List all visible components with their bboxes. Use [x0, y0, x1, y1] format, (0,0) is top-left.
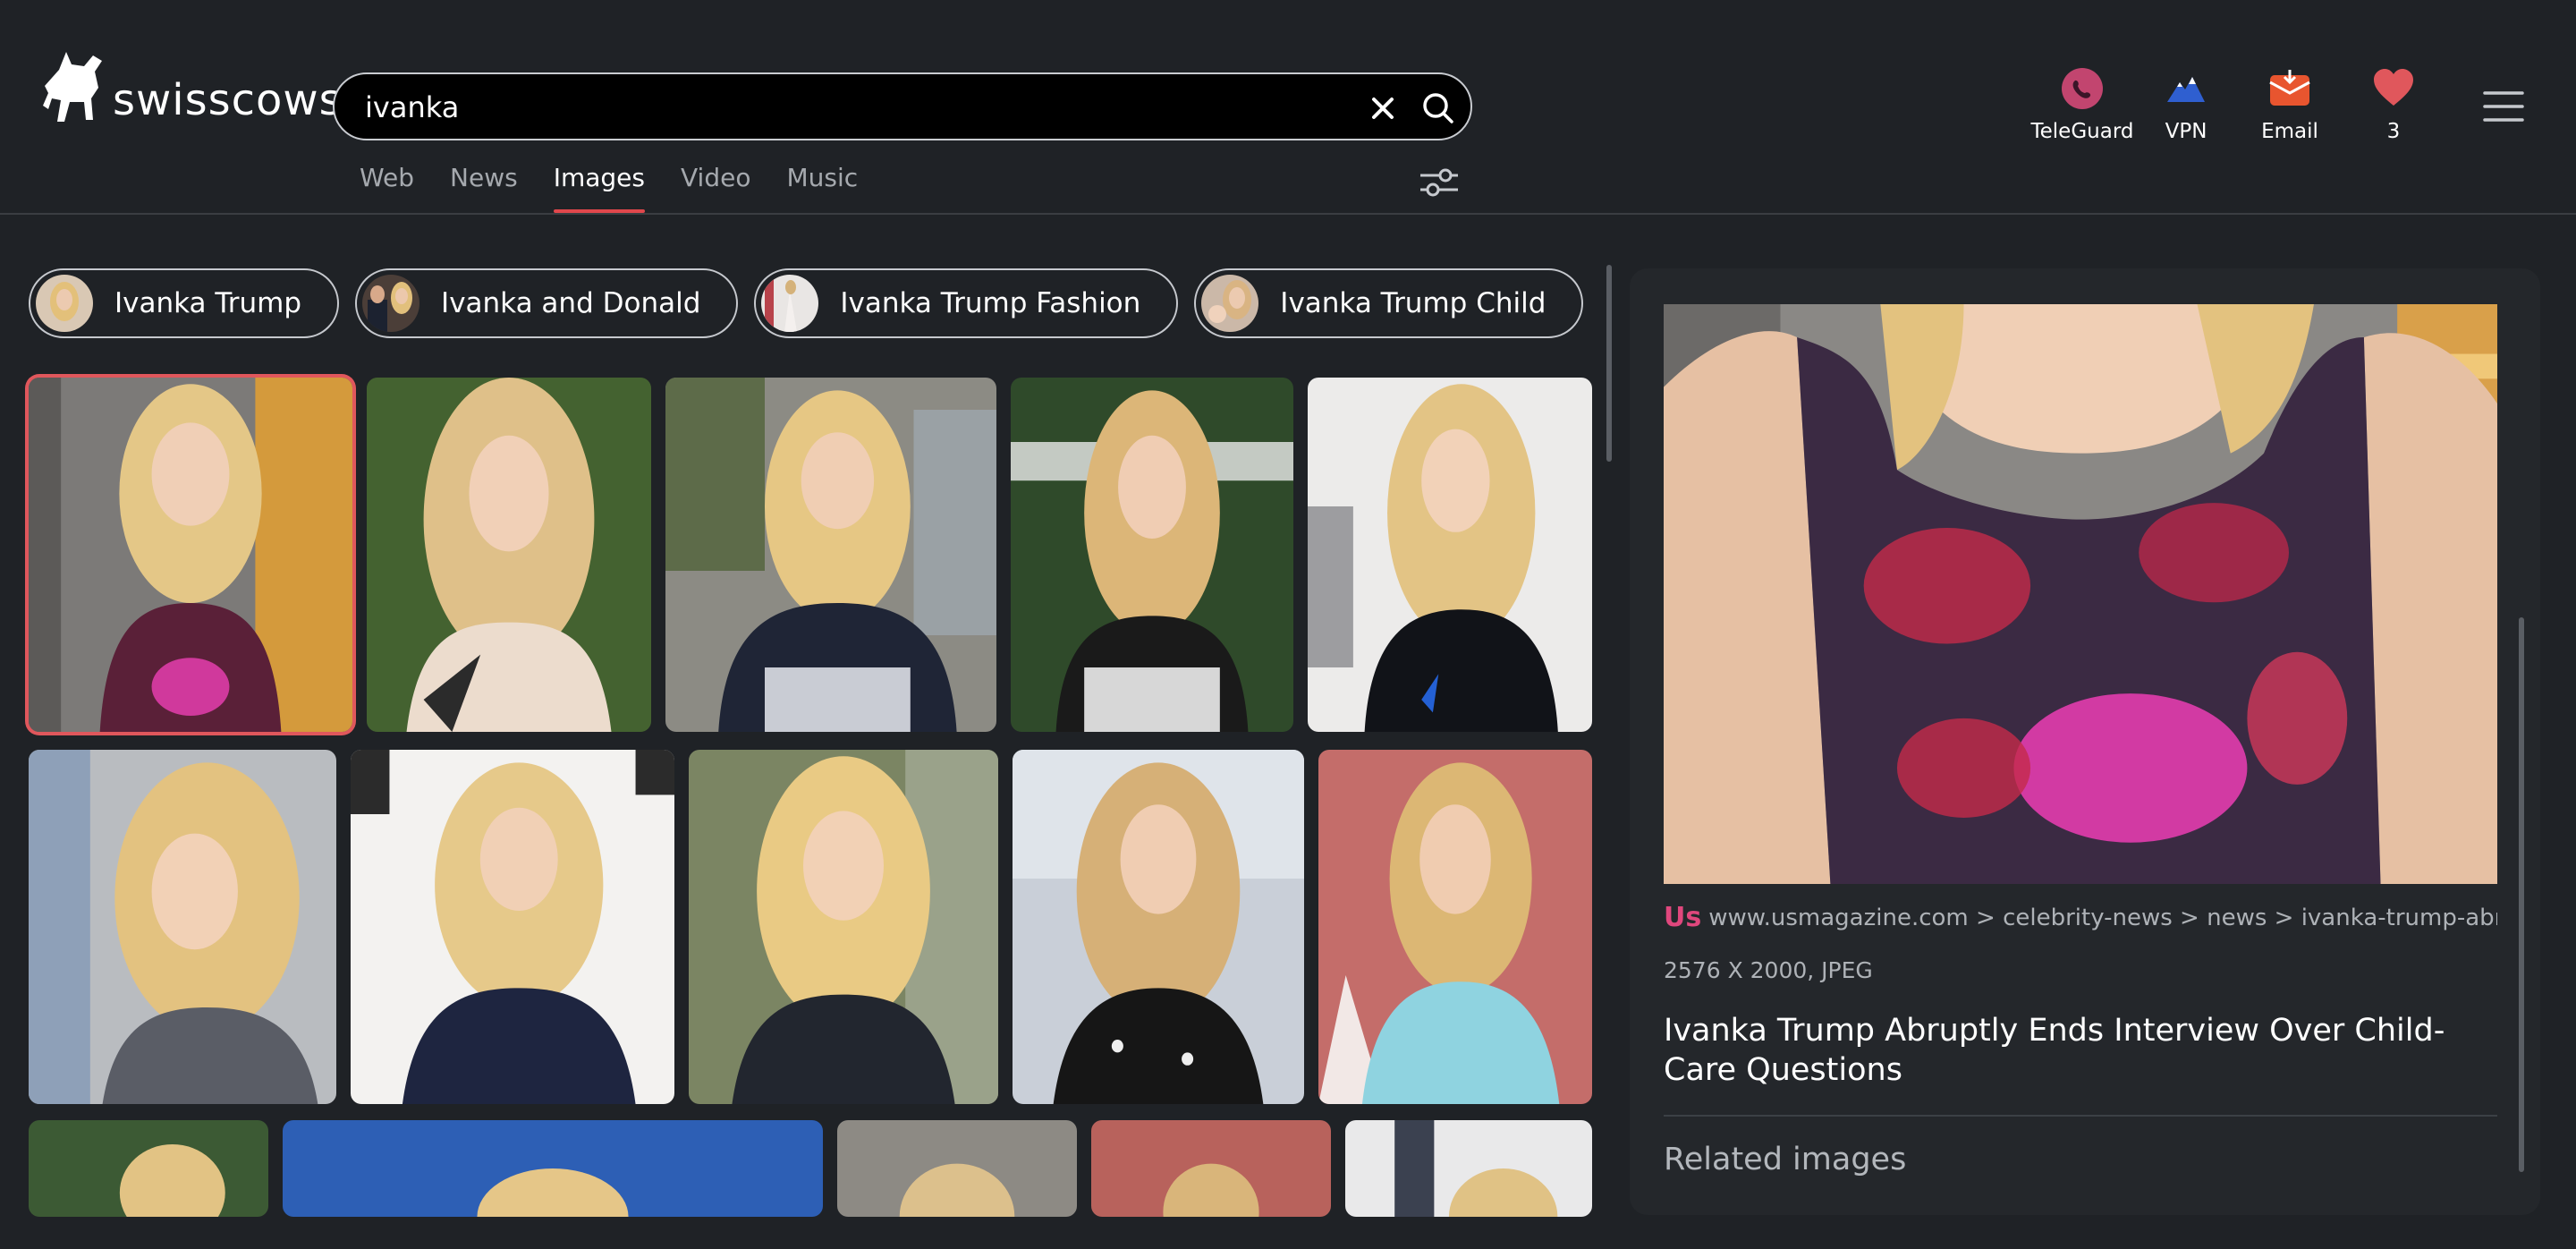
email-button[interactable]: Email: [2238, 66, 2342, 143]
source-logo: Us: [1664, 902, 1702, 933]
image-result[interactable]: [689, 750, 998, 1104]
related-images-heading: Related images: [1664, 1142, 1907, 1177]
related-searches: Ivanka Trump Ivanka and Donald Ivanka Tr…: [29, 268, 1599, 338]
results-scrollbar[interactable]: [1606, 265, 1612, 462]
tab-web[interactable]: Web: [360, 163, 414, 213]
favorites-button[interactable]: 3: [2342, 66, 2445, 143]
filter-settings-icon[interactable]: [1419, 166, 1460, 199]
image-result[interactable]: [29, 1120, 268, 1217]
teleguard-button[interactable]: TeleGuard: [2030, 66, 2134, 143]
image-result[interactable]: [1318, 750, 1592, 1104]
image-result[interactable]: [837, 1120, 1077, 1217]
image-result[interactable]: [1091, 1120, 1331, 1217]
vpn-button[interactable]: VPN: [2134, 66, 2238, 143]
top-actions: TeleGuard VPN Email 3: [2030, 66, 2445, 143]
image-result[interactable]: [1011, 378, 1293, 732]
chip-label: Ivanka Trump Child: [1280, 287, 1546, 319]
preview-title[interactable]: Ivanka Trump Abruptly Ends Interview Ove…: [1664, 1011, 2469, 1090]
email-label: Email: [2261, 120, 2318, 143]
teleguard-label: TeleGuard: [2030, 120, 2134, 143]
vpn-label: VPN: [2165, 120, 2207, 143]
chip-avatar: [761, 275, 819, 332]
header: swisscows Web News Images Video Music Te…: [0, 0, 2576, 215]
image-preview-panel: Us www.usmagazine.com > celebrity-news >…: [1630, 268, 2540, 1215]
source-url[interactable]: www.usmagazine.com > celebrity-news > ne…: [1708, 905, 2497, 931]
chip-ivanka-trump-fashion[interactable]: Ivanka Trump Fashion: [754, 268, 1179, 338]
chip-avatar: [362, 275, 420, 332]
preview-image[interactable]: [1664, 304, 2497, 884]
chip-ivanka-and-donald[interactable]: Ivanka and Donald: [355, 268, 739, 338]
search-box: [333, 72, 1472, 140]
search-icon[interactable]: [1420, 90, 1456, 126]
chip-avatar: [36, 275, 93, 332]
teleguard-icon: [2062, 68, 2103, 109]
chip-label: Ivanka Trump: [114, 287, 302, 319]
image-result[interactable]: [29, 378, 352, 732]
image-result[interactable]: [351, 750, 674, 1104]
image-result[interactable]: [367, 378, 651, 732]
chip-label: Ivanka Trump Fashion: [840, 287, 1141, 319]
search-input[interactable]: [363, 87, 1333, 128]
tab-news[interactable]: News: [450, 163, 518, 213]
image-result[interactable]: [283, 1120, 823, 1217]
tab-images[interactable]: Images: [553, 163, 646, 213]
chip-ivanka-trump-child[interactable]: Ivanka Trump Child: [1194, 268, 1584, 338]
heart-icon: [2374, 69, 2413, 106]
cow-logo-icon: [43, 52, 102, 122]
image-result[interactable]: [1308, 378, 1592, 732]
vpn-icon: [2167, 77, 2205, 102]
chip-label: Ivanka and Donald: [441, 287, 701, 319]
panel-scrollbar[interactable]: [2519, 617, 2524, 1172]
image-result[interactable]: [665, 378, 996, 732]
tab-music[interactable]: Music: [786, 163, 858, 213]
image-result[interactable]: [29, 750, 336, 1104]
tab-video[interactable]: Video: [681, 163, 750, 213]
image-result[interactable]: [1013, 750, 1304, 1104]
preview-source[interactable]: Us www.usmagazine.com > celebrity-news >…: [1664, 902, 2497, 933]
menu-icon[interactable]: [2483, 89, 2524, 123]
image-dimensions: 2576 X 2000, JPEG: [1664, 957, 1873, 983]
email-icon: [2269, 70, 2310, 106]
swisscows-logo[interactable]: swisscows: [39, 43, 343, 132]
image-result[interactable]: [1345, 1120, 1592, 1217]
brand-name: swisscows: [113, 75, 343, 125]
divider: [1664, 1115, 2497, 1117]
chip-avatar: [1201, 275, 1259, 332]
chip-ivanka-trump[interactable]: Ivanka Trump: [29, 268, 340, 338]
search-tabs: Web News Images Video Music: [360, 163, 894, 213]
close-icon[interactable]: [1365, 90, 1401, 126]
favorites-count: 3: [2386, 120, 2401, 143]
